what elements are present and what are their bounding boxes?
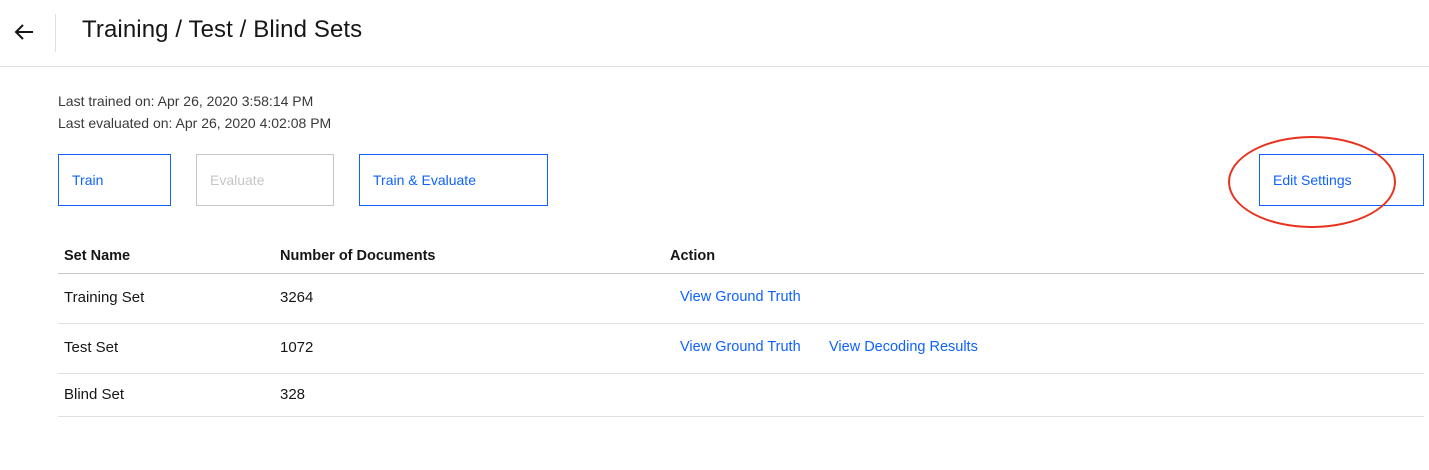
train-evaluate-button[interactable]: Train & Evaluate <box>359 154 548 206</box>
table-row: Blind Set 328 <box>58 374 1424 417</box>
column-header-number-of-documents: Number of Documents <box>280 248 436 264</box>
column-header-set-name: Set Name <box>64 248 131 264</box>
header-divider <box>55 14 56 52</box>
set-name-cell: Training Set <box>64 289 145 306</box>
table-header-row: Set Name Number of Documents Action <box>58 240 1424 274</box>
sets-table: Set Name Number of Documents Action Trai… <box>58 240 1424 417</box>
table-row: Training Set 3264 View Ground Truth <box>58 274 1424 324</box>
edit-settings-button[interactable]: Edit Settings <box>1259 154 1424 206</box>
back-button[interactable] <box>10 18 38 46</box>
page-title: Training / Test / Blind Sets <box>82 16 363 43</box>
evaluate-button[interactable]: Evaluate <box>196 154 334 206</box>
view-ground-truth-link[interactable]: View Ground Truth <box>680 339 801 355</box>
view-ground-truth-link[interactable]: View Ground Truth <box>680 289 801 305</box>
document-count-cell: 328 <box>280 386 306 403</box>
page-header: Training / Test / Blind Sets <box>0 0 1429 67</box>
document-count-cell: 1072 <box>280 339 314 356</box>
training-meta: Last trained on: Apr 26, 2020 3:58:14 PM… <box>58 90 331 134</box>
arrow-left-icon <box>14 24 33 40</box>
column-header-action: Action <box>670 248 716 264</box>
document-count-cell: 3264 <box>280 289 314 306</box>
train-button[interactable]: Train <box>58 154 171 206</box>
set-name-cell: Test Set <box>64 339 119 356</box>
last-evaluated-text: Last evaluated on: Apr 26, 2020 4:02:08 … <box>58 115 332 131</box>
last-trained-text: Last trained on: Apr 26, 2020 3:58:14 PM <box>58 93 314 109</box>
set-name-cell: Blind Set <box>64 386 125 403</box>
view-decoding-results-link[interactable]: View Decoding Results <box>829 339 978 355</box>
table-row: Test Set 1072 View Ground Truth View Dec… <box>58 324 1424 374</box>
